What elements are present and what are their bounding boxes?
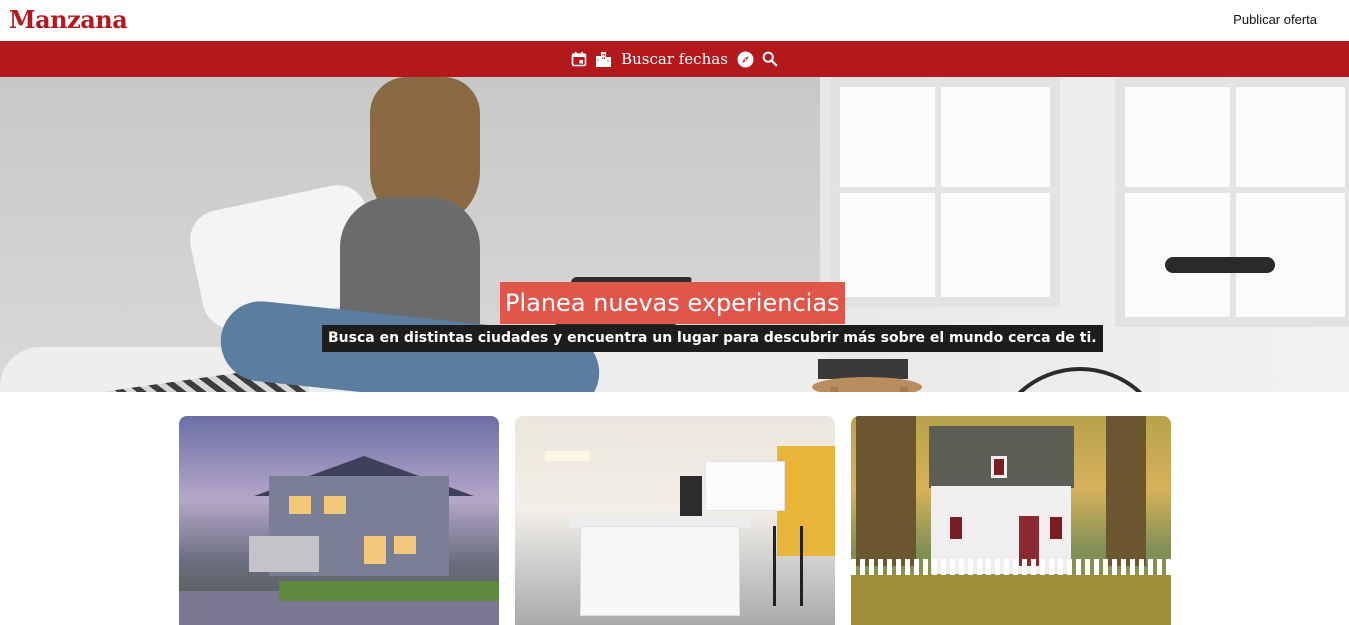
card-ground bbox=[851, 574, 1171, 625]
hero-books bbox=[818, 359, 908, 379]
logo[interactable]: Manzana bbox=[9, 5, 128, 34]
city-icon[interactable] bbox=[594, 50, 612, 68]
window-pane bbox=[1230, 77, 1236, 327]
window-pane bbox=[830, 187, 1060, 193]
hero-banner: Planea nuevas experiencias Busca en dist… bbox=[0, 77, 1349, 392]
card-cabinets bbox=[705, 461, 785, 511]
card-window bbox=[289, 496, 311, 514]
top-header: Manzana Publicar oferta bbox=[0, 0, 1349, 41]
listing-cards bbox=[179, 416, 1171, 625]
search-bar[interactable]: Buscar fechas bbox=[0, 41, 1349, 77]
stool-leg bbox=[900, 387, 908, 392]
card-window bbox=[947, 514, 965, 542]
search-icon[interactable] bbox=[761, 50, 779, 68]
hero-bike-seat bbox=[1165, 257, 1275, 273]
card-lawn bbox=[279, 581, 499, 601]
card-garage bbox=[249, 536, 319, 572]
window-pane bbox=[1115, 187, 1349, 193]
card-window bbox=[324, 496, 346, 514]
calendar-icon[interactable] bbox=[570, 50, 588, 68]
stool-leg bbox=[830, 387, 838, 392]
card-tree bbox=[856, 416, 916, 566]
search-dates-label[interactable]: Buscar fechas bbox=[618, 50, 731, 68]
hero-bike-wheel bbox=[990, 367, 1170, 392]
listing-card-kitchen[interactable] bbox=[515, 416, 835, 625]
card-bar-stool bbox=[773, 526, 803, 606]
listing-card-house-dusk[interactable] bbox=[179, 416, 499, 625]
card-window bbox=[364, 536, 386, 564]
card-window bbox=[394, 536, 416, 554]
compass-icon[interactable] bbox=[737, 50, 755, 68]
publish-offer-link[interactable]: Publicar oferta bbox=[1233, 12, 1317, 27]
card-window bbox=[991, 456, 1007, 478]
hero-subtitle: Busca en distintas ciudades y encuentra … bbox=[322, 325, 1103, 352]
card-kitchen-island bbox=[580, 526, 740, 616]
card-tree bbox=[1106, 416, 1146, 566]
card-window bbox=[1047, 514, 1065, 542]
card-fence bbox=[851, 559, 1171, 575]
listing-card-white-house[interactable] bbox=[851, 416, 1171, 625]
card-ceiling-light bbox=[545, 451, 589, 461]
hero-title: Planea nuevas experiencias bbox=[500, 282, 845, 324]
